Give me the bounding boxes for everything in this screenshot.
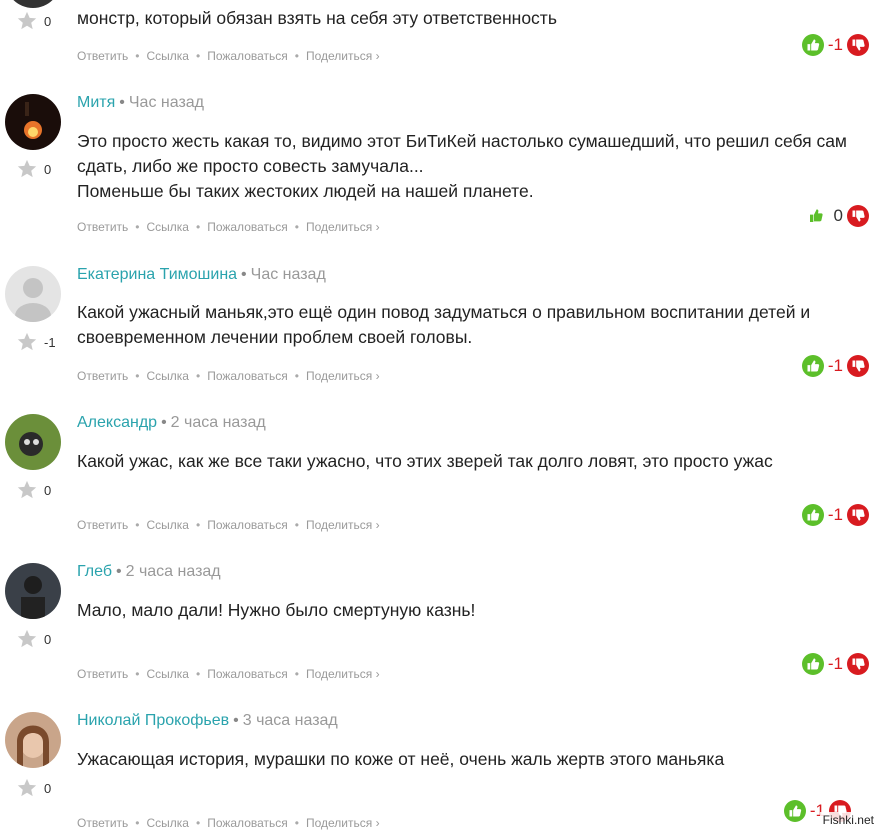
author-name[interactable]: Александр [77,414,157,431]
rating-block: 0 [16,777,51,799]
star-icon[interactable] [16,777,38,799]
author-name[interactable]: Глеб [77,563,112,580]
rating-value: 0 [44,631,52,647]
comment-actions: Ответить • Ссылка • Пожаловаться • Поделиться … [77,816,380,830]
thumb-down-icon[interactable] [847,653,869,675]
avatar[interactable] [5,563,61,619]
votes: 0 [808,205,869,227]
star-icon[interactable] [16,10,38,32]
report-link[interactable]: Пожаловаться [207,518,288,532]
votes: -1 [802,653,869,675]
comment-header: Екатерина Тимошина • Час назад [77,266,326,283]
reply-link[interactable]: Ответить [77,49,128,63]
thumb-up-icon[interactable] [802,355,824,377]
rating-block: 0 [16,479,51,501]
author-name[interactable]: Митя [77,94,115,111]
link-link[interactable]: Ссылка [147,369,189,383]
vote-count: 0 [833,206,843,225]
comment-text: Мало, мало дали! Нужно было смертуную ка… [77,600,476,620]
comment-time[interactable]: Час назад [129,94,204,111]
vote-count: -1 [827,505,843,524]
votes: -1 [802,504,869,526]
comment-actions: Ответить • Ссылка • Пожаловаться • Поделиться … [77,518,380,532]
comment-text: монстр, который обязан взять на себя эту… [77,8,557,28]
thumb-up-icon[interactable] [802,653,824,675]
avatar[interactable] [5,94,61,150]
comment-actions: Ответить • Ссылка • Пожаловаться • Поделиться … [77,49,380,63]
comment-header: Александр • 2 часа назад [77,414,266,431]
link-link[interactable]: Ссылка [147,518,189,532]
comment-text: Какой ужас, как же все таки ужасно, что … [77,451,773,471]
link-link[interactable]: Ссылка [147,667,189,681]
reply-link[interactable]: Ответить [77,369,128,383]
thumb-down-icon[interactable] [847,205,869,227]
comment-time[interactable]: 2 часа назад [126,563,221,580]
report-link[interactable]: Пожаловаться [207,667,288,681]
share-link[interactable]: Поделиться › [306,49,380,63]
rating-value: 0 [44,780,52,796]
comment-actions: Ответить • Ссылка • Пожаловаться • Поделиться … [77,667,380,681]
author-name[interactable]: Николай Прокофьев [77,712,229,729]
report-link[interactable]: Пожаловаться [207,369,288,383]
comment-text: Какой ужасный маньяк,это ещё один повод … [77,302,811,347]
share-link[interactable]: Поделиться › [306,369,380,383]
link-link[interactable]: Ссылка [147,816,189,830]
comment-header: Николай Прокофьев • 3 часа назад [77,712,338,729]
comment-time[interactable]: Час назад [251,266,326,283]
reply-link[interactable]: Ответить [77,220,128,234]
rating-value: -1 [44,334,56,350]
votes: -1 [802,355,869,377]
author-name[interactable]: Екатерина Тимошина [77,266,237,283]
star-icon[interactable] [16,479,38,501]
comment-actions: Ответить • Ссылка • Пожаловаться • Поделиться … [77,369,380,383]
link-link[interactable]: Ссылка [147,220,189,234]
avatar[interactable] [5,0,61,8]
report-link[interactable]: Пожаловаться [207,220,288,234]
thumb-up-icon[interactable] [802,34,824,56]
avatar[interactable] [5,712,61,768]
link-link[interactable]: Ссылка [147,49,189,63]
thumb-down-icon[interactable] [847,34,869,56]
share-link[interactable]: Поделиться › [306,518,380,532]
star-icon[interactable] [16,331,38,353]
vote-count: -1 [827,654,843,673]
rating-value: 0 [44,13,52,29]
thumb-up-icon[interactable] [802,504,824,526]
comment-text: Это просто жесть какая то, видимо этот Б… [77,131,847,201]
thumb-down-icon[interactable] [847,355,869,377]
comment-header: Глеб • 2 часа назад [77,563,221,580]
thumb-up-icon[interactable] [808,208,824,224]
report-link[interactable]: Пожаловаться [207,816,288,830]
comment-header: Митя • Час назад [77,94,205,111]
share-link[interactable]: Поделиться › [306,816,380,830]
rating-block: 0 [16,158,51,180]
avatar[interactable] [5,266,61,322]
rating-value: 0 [44,482,52,498]
thumb-down-icon[interactable] [847,504,869,526]
rating-value: 0 [44,161,52,177]
rating-block: 0 [16,628,51,650]
comment-time[interactable]: 3 часа назад [243,712,338,729]
rating-block: -1 [16,331,56,353]
rating-block: 0 [16,10,51,32]
report-link[interactable]: Пожаловаться [207,49,288,63]
comment-actions: Ответить • Ссылка • Пожаловаться • Поделиться … [77,220,380,234]
watermark: Fishki.net [819,812,877,828]
thumb-up-icon[interactable] [784,800,806,822]
star-icon[interactable] [16,628,38,650]
share-link[interactable]: Поделиться › [306,220,380,234]
comment-text: Ужасающая история, мурашки по коже от не… [77,749,725,769]
star-icon[interactable] [16,158,38,180]
vote-count: -1 [827,356,843,375]
reply-link[interactable]: Ответить [77,667,128,681]
votes: -1 [802,34,869,56]
vote-count: -1 [827,35,843,54]
avatar[interactable] [5,414,61,470]
reply-link[interactable]: Ответить [77,518,128,532]
share-link[interactable]: Поделиться › [306,667,380,681]
reply-link[interactable]: Ответить [77,816,128,830]
comment-time[interactable]: 2 часа назад [171,414,266,431]
